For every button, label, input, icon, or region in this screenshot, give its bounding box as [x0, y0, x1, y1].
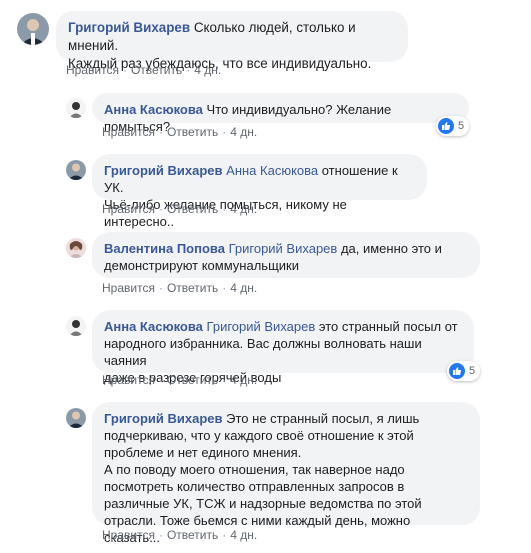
like-link[interactable]: Нравится — [102, 125, 155, 139]
like-link[interactable]: Нравится — [102, 202, 155, 216]
avatar[interactable] — [66, 408, 86, 428]
comment-author[interactable]: Григорий Вихарев — [104, 411, 223, 426]
like-link[interactable]: Нравится — [102, 373, 155, 387]
comment-bubble: Григорий Вихарев Анна Касюкова отношение… — [92, 154, 427, 229]
comment-actions: Нравится · Ответить · 4 дн. — [102, 528, 258, 542]
like-link[interactable]: Нравится — [66, 63, 119, 77]
mention-link[interactable]: Григорий Вихарев — [203, 319, 316, 334]
mention-link[interactable]: Григорий Вихарев — [225, 241, 338, 256]
reply-link[interactable]: Ответить — [167, 373, 218, 387]
comment-actions: Нравится · Ответить · 4 дн. — [102, 202, 258, 216]
reply-link[interactable]: Ответить — [167, 202, 218, 216]
comment-actions: Нравится · Ответить · 4 дн. — [102, 125, 258, 139]
reply-link[interactable]: Ответить — [167, 125, 218, 139]
comment-time[interactable]: 4 дн. — [230, 281, 257, 295]
comment-actions: Нравится · Ответить · 4 дн. — [102, 281, 258, 295]
comment-author[interactable]: Григорий Вихарев — [104, 163, 223, 178]
like-link[interactable]: Нравится — [102, 281, 155, 295]
comment-author[interactable]: Анна Касюкова — [104, 102, 203, 117]
reaction-count[interactable]: 5 — [436, 116, 470, 136]
comment-bubble: Григорий Вихарев Это не странный посыл, … — [92, 402, 480, 545]
comment-time[interactable]: 4 дн. — [230, 528, 257, 542]
comment-actions: Нравится · Ответить · 4 дн. — [66, 63, 222, 77]
comment-author[interactable]: Анна Касюкова — [104, 319, 203, 334]
thumbs-up-icon — [438, 118, 454, 134]
reply-link[interactable]: Ответить — [167, 528, 218, 542]
comment-author[interactable]: Валентина Попова — [104, 241, 225, 256]
reaction-number: 5 — [458, 120, 465, 132]
comment-time[interactable]: 4 дн. — [230, 202, 257, 216]
avatar[interactable] — [66, 160, 86, 180]
reaction-number: 5 — [469, 365, 476, 377]
comment-time[interactable]: 4 дн. — [230, 373, 257, 387]
comment-time[interactable]: 4 дн. — [194, 63, 221, 77]
avatar[interactable] — [17, 13, 49, 45]
comment-bubble: Григорий Вихарев Сколько людей, столько … — [56, 11, 408, 71]
reply-link[interactable]: Ответить — [131, 63, 182, 77]
comment-time[interactable]: 4 дн. — [230, 125, 257, 139]
comment-text: Это не странный посыл, я лишь подчеркива… — [104, 411, 422, 545]
comment-bubble: Анна Касюкова Григорий Вихарев это стран… — [92, 310, 474, 385]
reply-link[interactable]: Ответить — [167, 281, 218, 295]
comment-bubble: Анна Касюкова Что индивидуально? Желание… — [92, 93, 469, 134]
like-link[interactable]: Нравится — [102, 528, 155, 542]
comment-author[interactable]: Григорий Вихарев — [68, 20, 190, 35]
avatar[interactable] — [66, 316, 86, 336]
reaction-count[interactable]: 5 — [447, 361, 481, 381]
comment-bubble: Валентина Попова Григорий Вихарев да, им… — [92, 232, 480, 278]
avatar[interactable] — [66, 98, 86, 118]
comment-actions: Нравится · Ответить · 4 дн. — [102, 373, 258, 387]
mention-link[interactable]: Анна Касюкова — [223, 163, 318, 178]
avatar[interactable] — [66, 238, 86, 258]
thumbs-up-icon — [449, 363, 465, 379]
